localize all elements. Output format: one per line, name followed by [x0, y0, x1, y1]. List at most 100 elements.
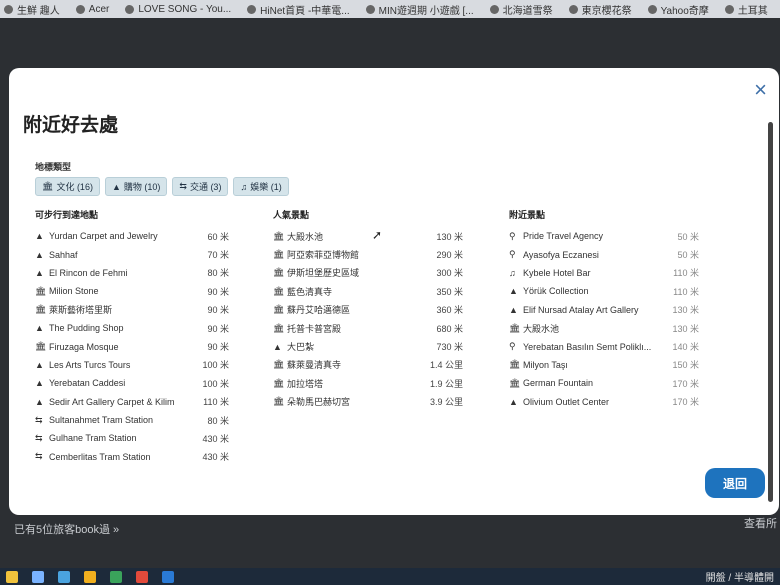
- place-list-item[interactable]: ▲ Yerebatan Caddesi 100 米: [35, 374, 229, 392]
- booking-count-text: 已有5位旅客book過 »: [14, 524, 120, 536]
- place-distance: 90 米: [207, 286, 229, 297]
- shopping-bag-icon: ▲: [35, 323, 44, 334]
- bookmark-favicon-icon: [125, 4, 135, 14]
- place-name: 大殿水池: [287, 231, 324, 242]
- place-list-item[interactable]: ▲ Sahhaf 70 米: [35, 245, 229, 263]
- place-name: Pride Travel Agency: [523, 231, 604, 242]
- bookmark-favicon-icon: [247, 4, 257, 14]
- place-list-item[interactable]: 🏛 萊斯藝術塔里斯 90 米: [35, 301, 229, 319]
- place-name: Kybele Hotel Bar: [523, 267, 591, 278]
- shopping-bag-icon: ▲: [509, 286, 518, 297]
- place-list-item[interactable]: 🏛 加拉塔塔 1.9 公里: [273, 374, 463, 392]
- place-list-item[interactable]: 🏛 大殿水池 130 米: [273, 227, 463, 245]
- place-name: Yerebatan Caddesi: [49, 378, 126, 389]
- shopping-bag-icon: ▲: [509, 396, 518, 407]
- place-list-item[interactable]: ▲ 大巴紮 730 米: [273, 337, 463, 355]
- place-name: 伊斯坦堡歷史區域: [287, 268, 360, 279]
- place-list-item[interactable]: ♫ Kybele Hotel Bar 110 米: [509, 264, 699, 282]
- category-chip[interactable]: 🏛 文化 (16): [35, 177, 100, 196]
- bookmark-label: 土耳其: [737, 5, 768, 17]
- place-list-item[interactable]: ▲ Olivium Outlet Center 170 米: [509, 393, 699, 411]
- place-name: 大巴紮: [287, 342, 315, 353]
- place-list-item[interactable]: ⇆ Cemberlitas Tram Station 430 米: [35, 448, 229, 466]
- transit-icon: ⇆: [179, 181, 187, 191]
- transit-icon: ⇆: [35, 432, 43, 443]
- place-distance: 110 米: [673, 268, 699, 279]
- place-name: 蘇丹艾哈邁德區: [287, 305, 351, 316]
- bookmark-favicon-icon: [4, 4, 13, 14]
- location-pin-icon: ⚲: [509, 230, 516, 241]
- shopping-bag-icon: ▲: [111, 181, 121, 192]
- place-list-item[interactable]: ▲ The Pudding Shop 90 米: [35, 319, 229, 337]
- place-list-item[interactable]: 🏛 朵勒馬巴赫切宮 3.9 公里: [273, 393, 463, 411]
- chrome-icon[interactable]: [136, 570, 148, 583]
- place-list-item[interactable]: 🏛 藍色清真寺 350 米: [273, 282, 463, 300]
- place-name: Cemberlitas Tram Station: [49, 451, 151, 462]
- start-icon[interactable]: [58, 570, 70, 583]
- app-icon[interactable]: [32, 570, 44, 583]
- place-list-item[interactable]: ▲ El Rincon de Fehmi 80 米: [35, 264, 229, 282]
- bookmark-item[interactable]: 東京櫻花祭: [568, 2, 632, 17]
- folder-icon[interactable]: [84, 570, 96, 583]
- category-chip[interactable]: ⇆ 交通 (3): [172, 177, 229, 196]
- bookmark-item[interactable]: Yahoo奇摩: [647, 2, 709, 17]
- place-list-item[interactable]: ▲ Yurdan Carpet and Jewelry 60 米: [35, 227, 229, 245]
- bookmark-item[interactable]: LOVE SONG - You...: [125, 4, 231, 15]
- place-distance: 50 米: [677, 250, 699, 261]
- place-list-item[interactable]: ⇆ Gulhane Tram Station 430 米: [35, 429, 229, 447]
- place-list-item[interactable]: 🏛 伊斯坦堡歷史區域 300 米: [273, 264, 463, 282]
- bookmark-item[interactable]: 土耳其: [724, 2, 768, 17]
- place-list-item[interactable]: 🏛 阿亞索菲亞博物館 290 米: [273, 245, 463, 263]
- place-list-item[interactable]: ▲ Elif Nursad Atalay Art Gallery 130 米: [509, 301, 699, 319]
- weather-icon[interactable]: [6, 570, 18, 583]
- museum-icon: 🏛: [273, 322, 285, 333]
- bookmark-item[interactable]: 北海道雪祭: [489, 2, 553, 17]
- outlook-icon[interactable]: [162, 570, 174, 583]
- bookmark-label: Acer: [88, 3, 110, 15]
- entertainment-icon: ♫: [240, 181, 248, 192]
- walkable-title: 可步行到達地點: [35, 210, 99, 220]
- place-list-item[interactable]: 🏛 托普卡普宮殿 680 米: [273, 319, 463, 337]
- museum-icon: 🏛: [509, 377, 521, 388]
- category-chip[interactable]: ▲ 購物 (10): [104, 177, 168, 196]
- edge-icon[interactable]: [110, 570, 122, 583]
- modal-scrollbar[interactable]: [768, 122, 773, 502]
- category-chip[interactable]: ♫ 娛樂 (1): [233, 177, 289, 196]
- place-list-item[interactable]: 🏛 Firuzaga Mosque 90 米: [35, 337, 229, 355]
- close-icon[interactable]: ×: [754, 79, 767, 101]
- place-list-item[interactable]: 🏛 Milion Stone 90 米: [35, 282, 229, 300]
- place-distance: 730 米: [436, 342, 463, 353]
- place-distance: 350 米: [436, 286, 463, 297]
- place-list-item[interactable]: ▲ Les Arts Turcs Tours 100 米: [35, 356, 229, 374]
- place-list-item[interactable]: ▲ Yörük Collection 110 米: [509, 282, 699, 300]
- place-list-item[interactable]: 🏛 蘇丹艾哈邁德區 360 米: [273, 301, 463, 319]
- museum-icon: 🏛: [273, 377, 285, 388]
- place-list-item[interactable]: 🏛 大殿水池 130 米: [509, 319, 699, 337]
- place-list-item[interactable]: ⚲ Yerebatan Basılın Semt Poliklı... 140 米: [509, 337, 699, 355]
- place-list-item[interactable]: ⚲ Ayasofya Eczanesi 50 米: [509, 245, 699, 263]
- museum-icon: 🏛: [42, 181, 54, 191]
- view-all-link[interactable]: 查看所: [744, 515, 777, 531]
- place-name: Olivium Outlet Center: [523, 396, 610, 407]
- place-name: 萊斯藝術塔里斯: [49, 305, 113, 316]
- place-name: Sahhaf: [49, 249, 78, 260]
- place-distance: 140 米: [672, 342, 699, 353]
- bookmark-item[interactable]: MIN遊週期 小遊戲 [...: [365, 2, 474, 17]
- bookmark-item[interactable]: Acer: [75, 3, 110, 15]
- bookmark-item[interactable]: HiNet首頁 -中華電...: [247, 2, 350, 17]
- place-name: 蘇萊曼清真寺: [287, 360, 342, 371]
- place-list-item[interactable]: ⇆ Sultanahmet Tram Station 80 米: [35, 411, 229, 429]
- shopping-bag-icon: ▲: [35, 359, 44, 370]
- museum-icon: 🏛: [273, 396, 285, 407]
- bookmark-item[interactable]: 生鮮 趣人: [4, 2, 60, 17]
- place-distance: 300 米: [436, 268, 463, 279]
- place-name: Gulhane Tram Station: [49, 433, 137, 444]
- bookmark-favicon-icon: [75, 4, 85, 14]
- place-list-item[interactable]: ▲ Sedir Art Gallery Carpet & Kilim 110 米: [35, 393, 229, 411]
- place-list-item[interactable]: 🏛 German Fountain 170 米: [509, 374, 699, 392]
- place-name: 阿亞索菲亞博物館: [287, 250, 360, 261]
- place-list-item[interactable]: 🏛 蘇萊曼清真寺 1.4 公里: [273, 356, 463, 374]
- back-button[interactable]: 退回: [705, 468, 765, 498]
- place-list-item[interactable]: ⚲ Pride Travel Agency 50 米: [509, 227, 699, 245]
- place-list-item[interactable]: 🏛 Milyon Taşı 150 米: [509, 356, 699, 374]
